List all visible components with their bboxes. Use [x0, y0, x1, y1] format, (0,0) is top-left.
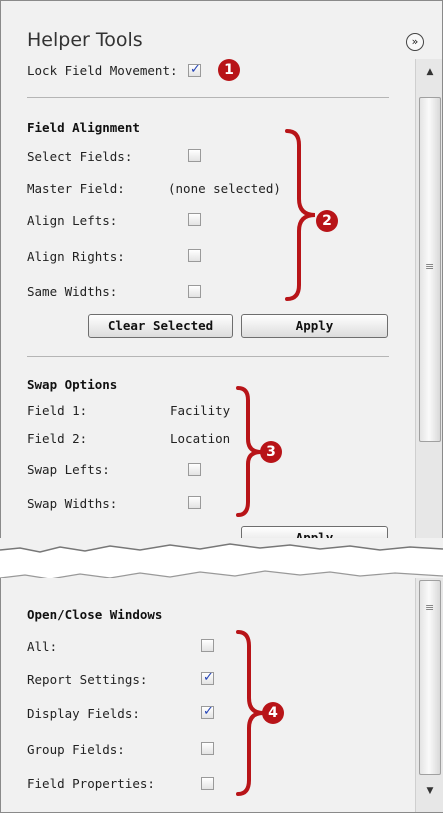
swap-options-title: Swap Options: [27, 377, 118, 392]
report-settings-label: Report Settings:: [27, 672, 148, 687]
brace-icon: [285, 129, 316, 301]
same-widths-label: Same Widths:: [27, 284, 118, 299]
field2-value: Location: [170, 431, 231, 446]
checkmark-icon: ✓: [203, 670, 214, 685]
checkmark-icon: ✓: [190, 62, 201, 77]
all-checkbox[interactable]: [201, 639, 214, 652]
field-properties-label: Field Properties:: [27, 776, 155, 791]
lock-field-checkbox[interactable]: ✓: [188, 62, 201, 77]
align-rights-label: Align Rights:: [27, 249, 125, 264]
display-fields-checkbox[interactable]: ✓: [201, 704, 214, 719]
swap-lefts-label: Swap Lefts:: [27, 462, 110, 477]
same-widths-checkbox[interactable]: [188, 285, 201, 298]
group-fields-checkbox[interactable]: [201, 742, 214, 755]
callout-badge: 3: [260, 441, 282, 463]
master-field-value: (none selected): [168, 181, 281, 196]
scrollbar[interactable]: ≡ ▼: [415, 578, 443, 812]
align-lefts-checkbox[interactable]: [188, 213, 201, 226]
callout-badge: 1: [218, 59, 240, 81]
panel-title: Helper Tools: [27, 29, 143, 51]
select-fields-label: Select Fields:: [27, 149, 133, 164]
scroll-grip-icon: ≡: [425, 260, 435, 273]
checkmark-icon: ✓: [203, 704, 214, 719]
swap-widths-label: Swap Widths:: [27, 496, 118, 511]
swap-lefts-checkbox[interactable]: [188, 463, 201, 476]
field-properties-checkbox[interactable]: [201, 777, 214, 790]
apply-alignment-button[interactable]: Apply: [241, 314, 388, 338]
align-lefts-label: Align Lefts:: [27, 213, 118, 228]
open-close-title: Open/Close Windows: [27, 607, 163, 622]
divider: [27, 97, 389, 98]
helper-tools-panel: Helper Tools » ▲ ≡ Lock Field Movement: …: [0, 0, 443, 545]
select-fields-checkbox[interactable]: [188, 149, 201, 162]
open-close-panel: ≡ ▼ Open/Close Windows All: Report Setti…: [0, 578, 443, 813]
lock-field-label: Lock Field Movement:: [27, 63, 178, 78]
all-label: All:: [27, 639, 58, 654]
clear-selected-button[interactable]: Clear Selected: [88, 314, 233, 338]
group-fields-label: Group Fields:: [27, 742, 125, 757]
align-rights-checkbox[interactable]: [188, 249, 201, 262]
scroll-grip-icon: ≡: [425, 601, 435, 614]
master-field-label: Master Field:: [27, 181, 125, 196]
divider: [27, 356, 389, 357]
scrollbar[interactable]: ▲ ≡: [415, 59, 442, 545]
callout-badge: 2: [316, 210, 338, 232]
field2-label: Field 2:: [27, 431, 88, 446]
field1-value: Facility: [170, 403, 231, 418]
display-fields-label: Display Fields:: [27, 706, 140, 721]
swap-widths-checkbox[interactable]: [188, 496, 201, 509]
field1-label: Field 1:: [27, 403, 88, 418]
scroll-down-icon[interactable]: ▼: [417, 786, 443, 796]
collapse-icon[interactable]: »: [406, 33, 424, 51]
scroll-thumb[interactable]: ≡: [419, 580, 441, 775]
field-alignment-title: Field Alignment: [27, 120, 140, 135]
scroll-up-icon[interactable]: ▲: [417, 67, 442, 77]
scroll-thumb[interactable]: ≡: [419, 97, 441, 442]
callout-badge: 4: [262, 702, 284, 724]
report-settings-checkbox[interactable]: ✓: [201, 670, 214, 685]
